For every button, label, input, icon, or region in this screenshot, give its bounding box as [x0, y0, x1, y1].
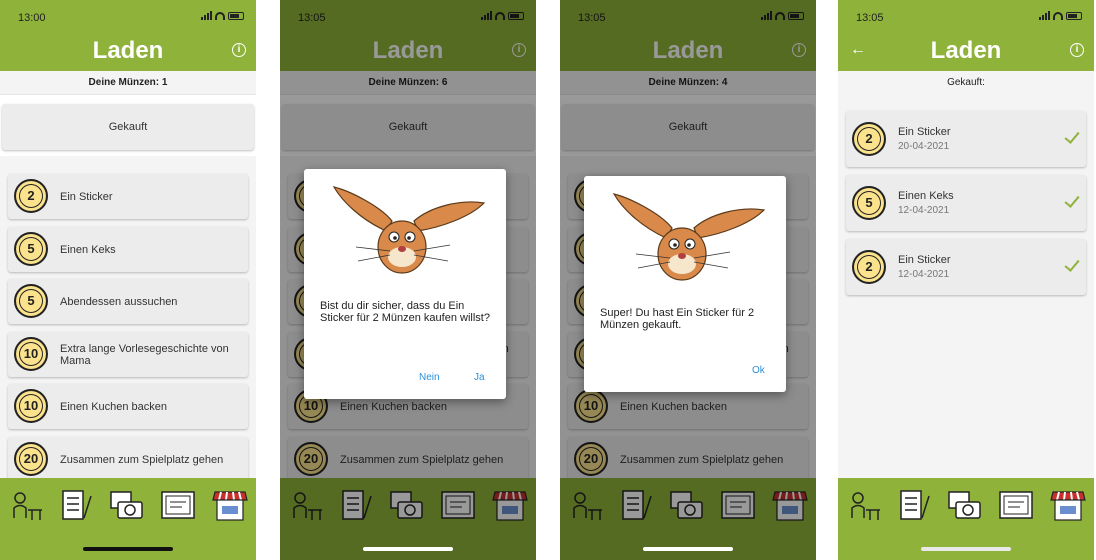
shop-item[interactable]: 2 Ein Sticker — [8, 174, 248, 219]
coin-icon: 2 — [852, 122, 886, 156]
shop-item[interactable]: 10 Extra lange Vorlesegeschichte von Mama — [8, 332, 248, 377]
confirm-dialog: Bist du dir sicher, dass du Ein Sticker … — [304, 169, 506, 399]
app-header: Laden i — [0, 34, 256, 71]
purchased-item-label: Ein Sticker — [898, 126, 951, 138]
info-icon[interactable]: i — [1070, 43, 1084, 57]
battery-icon — [1066, 11, 1082, 20]
certificate-icon[interactable] — [998, 488, 1034, 522]
purchased-item-label: Einen Keks — [898, 190, 954, 202]
child-at-desk-icon[interactable] — [846, 488, 882, 522]
purchased-item-date: 12-04-2021 — [898, 205, 950, 216]
purchased-list: 2 Ein Sticker 20-04-2021 5 Einen Keks 12-04-… — [838, 95, 1094, 478]
purchased-item: 5 Einen Keks 12-04-2021 — [846, 175, 1086, 231]
wifi-icon — [1053, 11, 1063, 20]
coin-icon: 2 — [852, 250, 886, 284]
shop-item-label: Einen Keks — [60, 243, 116, 256]
shop-screen-2: 13:05 Laden i Deine Münzen: 6 Gekauft 2E… — [280, 0, 536, 560]
yes-button[interactable]: Ja — [474, 372, 485, 383]
coin-icon: 5 — [852, 186, 886, 220]
coin-icon: 5 — [14, 284, 48, 318]
purchased-item: 2 Ein Sticker 12-04-2021 — [846, 239, 1086, 295]
info-icon[interactable]: i — [232, 43, 246, 57]
wifi-icon — [215, 11, 225, 20]
shop-item[interactable]: 20 Zusammen zum Spielplatz gehen — [8, 437, 248, 478]
checklist-icon[interactable] — [58, 488, 94, 522]
shop-item-label: Ein Sticker — [60, 190, 113, 203]
success-dialog: Super! Du hast Ein Sticker für 2 Münzen … — [584, 176, 786, 392]
app-header: ← Laden i — [838, 34, 1094, 71]
purchased-screen: 13:05 ← Laden i Gekauft: 2 Ein Sticker 20-… — [838, 0, 1094, 560]
dialog-message: Super! Du hast Ein Sticker für 2 Münzen … — [600, 307, 755, 331]
shop-stall-icon[interactable] — [1050, 488, 1086, 522]
purchased-heading: Gekauft: — [838, 71, 1094, 95]
coin-icon: 10 — [14, 337, 48, 371]
photos-camera-icon[interactable] — [108, 488, 144, 522]
home-indicator — [643, 547, 733, 551]
child-at-desk-icon[interactable] — [8, 488, 44, 522]
purchased-item-date: 12-04-2021 — [898, 269, 950, 280]
tab-bar — [0, 478, 256, 560]
shop-item-label: Zusammen zum Spielplatz gehen — [60, 453, 224, 466]
home-indicator — [363, 547, 453, 551]
checkmark-icon — [1064, 192, 1080, 208]
certificate-icon[interactable] — [160, 488, 196, 522]
photos-camera-icon[interactable] — [946, 488, 982, 522]
purchased-item-date: 20-04-2021 — [898, 141, 950, 152]
status-time: 13:00 — [18, 12, 46, 24]
purchased-button[interactable]: Gekauft — [2, 104, 254, 150]
status-icons — [201, 11, 244, 20]
home-indicator — [83, 547, 173, 551]
checkmark-icon — [1064, 128, 1080, 144]
back-arrow-icon[interactable]: ← — [850, 41, 866, 59]
status-bar: 13:05 — [838, 0, 1094, 34]
ok-button[interactable]: Ok — [752, 365, 765, 376]
purchased-item: 2 Ein Sticker 20-04-2021 — [846, 111, 1086, 167]
coin-balance: Deine Münzen: 1 — [0, 71, 256, 95]
coin-icon: 20 — [14, 442, 48, 476]
checklist-icon[interactable] — [896, 488, 932, 522]
rabbit-illustration — [332, 186, 486, 274]
coin-icon: 10 — [14, 389, 48, 423]
purchased-item-label: Ein Sticker — [898, 254, 951, 266]
shop-list: 2 Ein Sticker 5 Einen Keks 5 Abendessen aus… — [0, 156, 256, 478]
coin-icon: 2 — [14, 179, 48, 213]
shop-item-label: Extra lange Vorlesegeschichte von Mama — [60, 342, 229, 367]
shop-item[interactable]: 5 Einen Keks — [8, 227, 248, 272]
page-title: Laden — [930, 37, 1002, 64]
rabbit-illustration — [612, 193, 766, 281]
home-indicator — [921, 547, 1011, 551]
shop-item[interactable]: 10 Einen Kuchen backen — [8, 384, 248, 429]
dialog-message: Bist du dir sicher, dass du Ein Sticker … — [320, 300, 490, 324]
checkmark-icon — [1064, 256, 1080, 272]
shop-screen-3: 13:05 Laden i Deine Münzen: 4 Gekauft 2E… — [560, 0, 816, 560]
shop-item[interactable]: 5 Abendessen aussuchen — [8, 279, 248, 324]
shop-stall-icon[interactable] — [212, 488, 248, 522]
battery-icon — [228, 11, 244, 20]
page-title: Laden — [92, 37, 164, 64]
status-bar: 13:00 — [0, 0, 256, 34]
status-icons — [1039, 11, 1082, 20]
shop-screen-1: 13:00 Laden i Deine Münzen: 1 Gekauft 2E… — [0, 0, 256, 560]
status-time: 13:05 — [856, 12, 884, 24]
shop-item-label: Einen Kuchen backen — [60, 400, 168, 413]
tab-bar — [838, 478, 1094, 560]
coin-icon: 5 — [14, 232, 48, 266]
no-button[interactable]: Nein — [419, 372, 440, 383]
shop-item-label: Abendessen aussuchen — [60, 295, 178, 308]
